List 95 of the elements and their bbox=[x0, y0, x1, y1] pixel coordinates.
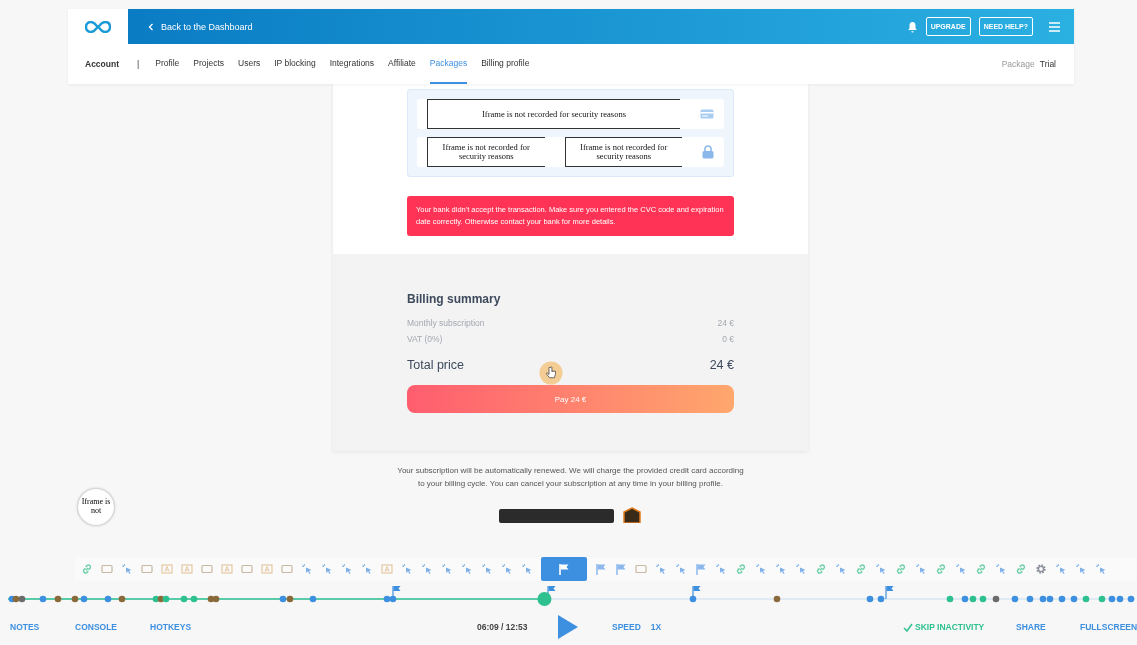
nav-tab[interactable]: IP blocking bbox=[274, 44, 316, 84]
pointer-icon[interactable] bbox=[461, 563, 473, 575]
window-icon[interactable] bbox=[101, 563, 113, 575]
security-seal-icon bbox=[622, 506, 642, 523]
summary-value: 0 € bbox=[722, 334, 734, 344]
nav-tab[interactable]: Projects bbox=[193, 44, 225, 84]
window-icon[interactable] bbox=[635, 563, 647, 575]
nav-separator: | bbox=[137, 59, 140, 69]
window-icon[interactable] bbox=[241, 563, 253, 575]
text-field-icon[interactable] bbox=[221, 563, 233, 575]
text-field-icon[interactable] bbox=[381, 563, 393, 575]
package-label: Package bbox=[1001, 59, 1035, 69]
pointer-icon[interactable] bbox=[995, 563, 1007, 575]
card-input-field[interactable]: Iframe is not recorded for security reasons bbox=[564, 137, 682, 167]
pointer-icon[interactable] bbox=[481, 563, 493, 575]
pointer-icon[interactable] bbox=[421, 563, 433, 575]
console-button[interactable]: CONSOLE bbox=[75, 622, 150, 632]
notes-button[interactable]: NOTES bbox=[10, 622, 75, 632]
nav-tab[interactable]: Profile bbox=[155, 44, 180, 84]
renewal-note: Your subscription will be automatically renewed. We will charge the provided credit card according to your billing cycle. You can cancel your subscription at any time in your billing profile. bbox=[396, 465, 745, 490]
chat-widget[interactable]: Iframe is not bbox=[78, 489, 114, 525]
nav-tab[interactable]: Billing profile bbox=[481, 44, 530, 84]
total-value: 24 € bbox=[709, 358, 734, 372]
flag-icon[interactable] bbox=[695, 563, 707, 575]
pointer-icon[interactable] bbox=[875, 563, 887, 575]
nav-tab[interactable]: Users bbox=[238, 44, 261, 84]
menu-icon[interactable] bbox=[1049, 21, 1060, 32]
pointer-icon[interactable] bbox=[401, 563, 413, 575]
pointer-icon[interactable] bbox=[835, 563, 847, 575]
text-field-icon[interactable] bbox=[181, 563, 193, 575]
pointer-icon[interactable] bbox=[795, 563, 807, 575]
package-value: Trial bbox=[1039, 59, 1056, 69]
pointer-icon[interactable] bbox=[1075, 563, 1087, 575]
scrubber-handle[interactable] bbox=[537, 592, 552, 606]
nav-tab[interactable]: Integrations bbox=[329, 44, 375, 84]
account-title: Account bbox=[85, 59, 119, 69]
link-icon[interactable] bbox=[935, 563, 947, 575]
text-field-icon[interactable] bbox=[261, 563, 273, 575]
card-input-field[interactable]: Iframe is not recorded for security reasons bbox=[427, 137, 545, 167]
link-icon[interactable] bbox=[81, 563, 93, 575]
pointer-icon[interactable] bbox=[1095, 563, 1107, 575]
nav-tab[interactable]: Affiliate bbox=[388, 44, 416, 84]
bell-icon[interactable] bbox=[906, 20, 918, 33]
flag-icon[interactable] bbox=[541, 557, 587, 581]
speed-button[interactable]: SPEED bbox=[612, 622, 641, 632]
window-icon[interactable] bbox=[141, 563, 153, 575]
hotkeys-button[interactable]: HOTKEYS bbox=[150, 622, 477, 632]
pointer-icon[interactable] bbox=[675, 563, 687, 575]
window-icon[interactable] bbox=[281, 563, 293, 575]
pointer-icon[interactable] bbox=[955, 563, 967, 575]
pay-button[interactable]: Pay 24 € bbox=[407, 385, 734, 413]
credit-card-icon bbox=[700, 109, 714, 119]
lock-icon bbox=[702, 145, 714, 159]
play-icon[interactable] bbox=[557, 614, 579, 640]
chevron-left-icon bbox=[148, 22, 154, 31]
link-icon[interactable] bbox=[975, 563, 987, 575]
pointer-icon[interactable] bbox=[1055, 563, 1067, 575]
summary-label: VAT (0%) bbox=[407, 334, 443, 344]
back-link[interactable]: Back to the Dashboard bbox=[148, 21, 253, 32]
pointer-icon[interactable] bbox=[341, 563, 353, 575]
window-icon[interactable] bbox=[201, 563, 213, 575]
fullscreen-button[interactable]: FULLSCREEN bbox=[1080, 622, 1137, 632]
summary-title: Billing summary bbox=[407, 292, 502, 306]
pointer-icon[interactable] bbox=[361, 563, 373, 575]
flag-icon[interactable] bbox=[595, 563, 607, 575]
card-input-field[interactable]: Iframe is not recorded for security reasons bbox=[427, 99, 680, 129]
pointer-icon[interactable] bbox=[755, 563, 767, 575]
skip-inactivity-toggle[interactable]: SKIP INACTIVITY bbox=[903, 622, 1016, 632]
pointer-icon[interactable] bbox=[501, 563, 513, 575]
pointer-icon[interactable] bbox=[121, 563, 133, 575]
link-icon[interactable] bbox=[855, 563, 867, 575]
text-field-icon[interactable] bbox=[161, 563, 173, 575]
pointer-icon[interactable] bbox=[775, 563, 787, 575]
pointer-icon[interactable] bbox=[915, 563, 927, 575]
pointer-icon[interactable] bbox=[521, 563, 533, 575]
flag-icon[interactable] bbox=[615, 563, 627, 575]
pointer-icon[interactable] bbox=[441, 563, 453, 575]
share-button[interactable]: SHARE bbox=[1016, 622, 1080, 632]
logo-icon[interactable] bbox=[85, 20, 111, 33]
summary-label: Monthly subscription bbox=[407, 318, 485, 328]
cursor-icon bbox=[539, 361, 563, 385]
pointer-icon[interactable] bbox=[715, 563, 727, 575]
link-icon[interactable] bbox=[815, 563, 827, 575]
link-icon[interactable] bbox=[735, 563, 747, 575]
link-icon[interactable] bbox=[1015, 563, 1027, 575]
pointer-icon[interactable] bbox=[321, 563, 333, 575]
link-icon[interactable] bbox=[895, 563, 907, 575]
pointer-icon[interactable] bbox=[301, 563, 313, 575]
total-label: Total price bbox=[407, 358, 464, 372]
playback-time: 06:09 / 12:53 bbox=[477, 622, 529, 632]
check-icon bbox=[903, 622, 913, 632]
summary-value: 24 € bbox=[717, 318, 734, 328]
speed-value[interactable]: 1X bbox=[650, 622, 662, 632]
gear-icon[interactable] bbox=[1035, 563, 1047, 575]
pointer-icon[interactable] bbox=[655, 563, 667, 575]
